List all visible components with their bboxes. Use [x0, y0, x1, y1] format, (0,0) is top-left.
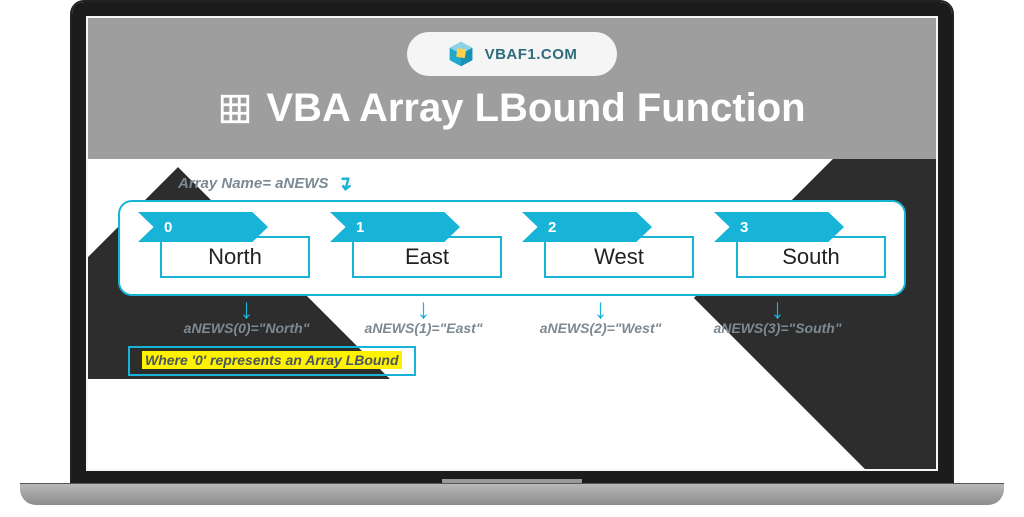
array-value: South	[736, 236, 886, 278]
screen-content: VBAF1.COM VBA Array LBound Function Arr	[88, 18, 936, 469]
page-title: VBA Array LBound Function	[266, 86, 805, 131]
array-value: North	[160, 236, 310, 278]
lbound-note-box: Where '0' represents an Array LBound	[128, 346, 416, 376]
curved-arrow-icon: ↴	[334, 171, 351, 196]
laptop-base	[20, 483, 1004, 505]
diagram-area: Array Name= aNEWS ↴ 0 North 1 East 2 Wes…	[88, 159, 936, 376]
site-name: VBAF1.COM	[485, 46, 578, 63]
down-arrow-icon: ↓	[594, 300, 608, 318]
lbound-note: Where '0' represents an Array LBound	[142, 351, 402, 369]
page-title-row: VBA Array LBound Function	[118, 86, 906, 131]
expression-col: ↓ aNEWS(2)="West"	[512, 296, 689, 336]
expression-col: ↓ aNEWS(3)="South"	[689, 296, 866, 336]
array-name-row: Array Name= aNEWS ↴	[178, 171, 906, 196]
expression-col: ↓ aNEWS(0)="North"	[158, 296, 335, 336]
array-cell: 0 North	[138, 212, 310, 278]
expression-row: ↓ aNEWS(0)="North" ↓ aNEWS(1)="East" ↓ a…	[118, 296, 906, 336]
cube-icon	[447, 40, 475, 68]
array-expression: aNEWS(0)="North"	[184, 320, 310, 336]
array-expression: aNEWS(3)="South"	[713, 320, 841, 336]
laptop-frame: VBAF1.COM VBA Array LBound Function Arr	[70, 0, 954, 487]
page-header: VBAF1.COM VBA Array LBound Function	[88, 18, 936, 159]
index-chevron: 2	[522, 212, 652, 242]
array-value: West	[544, 236, 694, 278]
expression-col: ↓ aNEWS(1)="East"	[335, 296, 512, 336]
array-value: East	[352, 236, 502, 278]
array-expression: aNEWS(1)="East"	[365, 320, 483, 336]
grid-icon	[218, 92, 252, 126]
site-logo-pill: VBAF1.COM	[407, 32, 617, 76]
array-cell: 2 West	[522, 212, 694, 278]
array-expression: aNEWS(2)="West"	[540, 320, 662, 336]
down-arrow-icon: ↓	[417, 300, 431, 318]
index-chevron: 1	[330, 212, 460, 242]
array-box: 0 North 1 East 2 West 3 South	[118, 200, 906, 296]
array-cell: 3 South	[714, 212, 886, 278]
index-chevron: 0	[138, 212, 268, 242]
array-name-label: Array Name= aNEWS	[178, 175, 328, 192]
array-cell: 1 East	[330, 212, 502, 278]
down-arrow-icon: ↓	[771, 300, 785, 318]
down-arrow-icon: ↓	[240, 300, 254, 318]
index-chevron: 3	[714, 212, 844, 242]
